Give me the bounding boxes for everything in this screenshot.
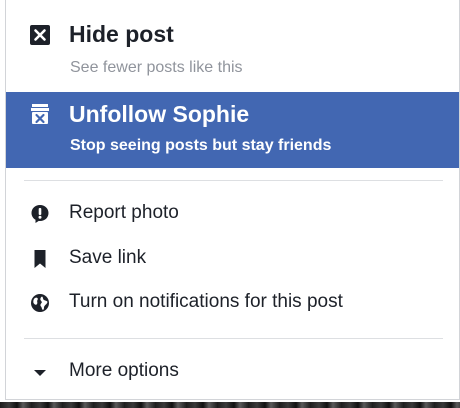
globe-icon xyxy=(31,294,49,312)
report-photo-label: Report photo xyxy=(69,202,179,223)
unfollow-title: Unfollow Sophie xyxy=(69,101,250,127)
hide-post-title: Hide post xyxy=(69,21,174,47)
menu-divider xyxy=(24,180,443,181)
more-options-item[interactable]: More options xyxy=(6,356,459,388)
caret-down-icon xyxy=(34,370,46,376)
bookmark-icon xyxy=(34,250,46,268)
menu-divider xyxy=(24,338,443,339)
notifications-item[interactable]: Turn on notifications for this post xyxy=(6,287,459,319)
notifications-label: Turn on notifications for this post xyxy=(69,291,343,312)
hide-post-subtitle: See fewer posts like this xyxy=(70,59,243,76)
report-photo-item[interactable]: Report photo xyxy=(6,198,459,230)
unfollow-item[interactable]: Unfollow Sophie Stop seeing posts but st… xyxy=(6,92,459,168)
unfollow-icon xyxy=(31,104,49,124)
background-photo xyxy=(0,402,460,408)
post-options-menu: Hide post See fewer posts like this Unfo… xyxy=(5,0,460,400)
save-link-item[interactable]: Save link xyxy=(6,243,459,275)
hide-post-item[interactable]: Hide post See fewer posts like this xyxy=(6,12,459,82)
report-icon xyxy=(31,205,49,223)
close-square-icon xyxy=(30,25,50,45)
unfollow-subtitle: Stop seeing posts but stay friends xyxy=(70,137,332,154)
more-options-label: More options xyxy=(69,360,179,381)
save-link-label: Save link xyxy=(69,247,147,268)
page: Hide post See fewer posts like this Unfo… xyxy=(0,0,460,408)
